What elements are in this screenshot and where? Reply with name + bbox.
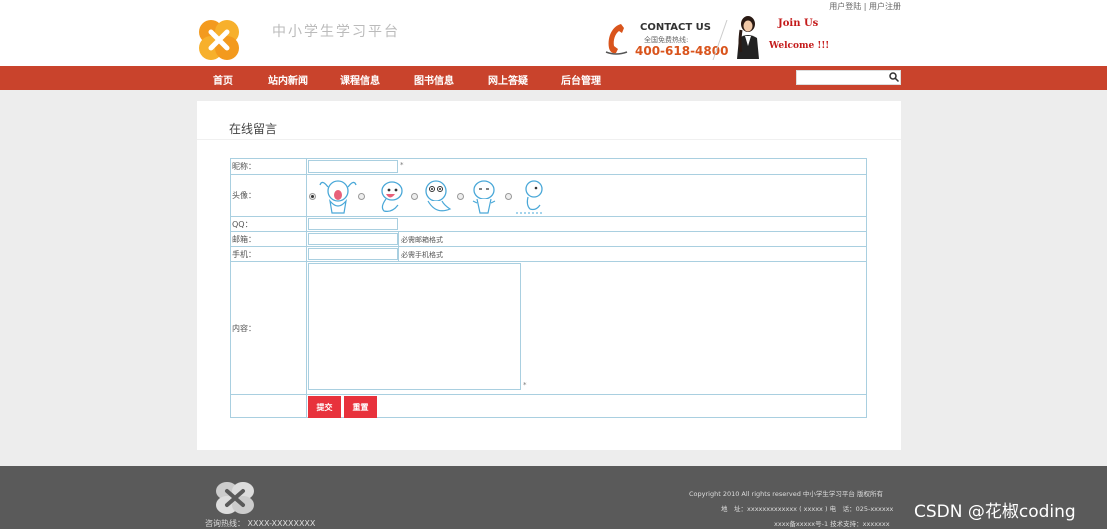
phone-row: 手机： 必需手机格式 [231,247,866,262]
email-cell-divider [398,232,399,246]
nav-item-qa[interactable]: 网上答疑 [488,72,528,87]
content-required-mark: * [523,381,527,389]
contact-title: CONTACT US [640,22,711,33]
register-link[interactable]: 用户注册 [869,2,901,11]
nickname-required-mark: * [400,161,404,169]
site-header: 用户登陆 | 用户注册 中小学生学习平台 CONTACT US 全国免费热线: … [0,0,1107,66]
avatar-row: 头像： [231,175,866,217]
login-link[interactable]: 用户登陆 [829,2,861,11]
person-image [737,16,759,59]
nav-item-news[interactable]: 站内新闻 [268,72,308,87]
message-form: 昵称： * 头像： QQ： 邮箱： 必需邮箱格式 手机： 必需手机格式 内容： … [230,158,867,418]
title-divider [197,139,901,140]
avatar-radio-5[interactable] [505,193,512,200]
submit-button[interactable]: 提交 [308,396,341,418]
avatar-option-4[interactable] [468,177,502,215]
avatar-label: 头像： [231,175,307,216]
nav-item-courses[interactable]: 课程信息 [340,72,380,87]
footer-address: 地 址：xxxxxxxxxxxxx ( xxxxx ) 电 话：025-xxxx… [721,505,894,513]
avatar-option-1[interactable] [318,177,358,215]
main-nav: 首页 站内新闻 课程信息 图书信息 网上答疑 后台管理 [0,66,1107,90]
nav-item-books[interactable]: 图书信息 [414,72,454,87]
phone-icon [605,24,628,55]
nickname-label: 昵称： [231,159,307,174]
avatar-radio-1[interactable] [309,193,316,200]
footer-logo [216,482,254,514]
page-title: 在线留言 [229,122,278,136]
qq-row: QQ： [231,217,866,232]
welcome-text: Welcome !!! [769,41,830,51]
email-row: 邮箱： 必需邮箱格式 [231,232,866,247]
avatar-radio-3[interactable] [411,193,418,200]
email-label: 邮箱： [231,232,307,246]
avatar-radio-4[interactable] [457,193,464,200]
phone-label: 手机： [231,247,307,261]
qq-field[interactable] [308,218,398,230]
nav-item-admin[interactable]: 后台管理 [561,72,601,87]
email-format-note: 必需邮箱格式 [401,236,443,244]
phone-field[interactable] [308,248,398,260]
content-label: 内容： [231,262,307,394]
watermark: CSDN @花椒coding [914,502,1076,522]
nav-item-home[interactable]: 首页 [213,72,233,87]
content-textarea[interactable] [308,263,521,390]
phone-cell-divider [398,247,399,261]
site-logo[interactable] [196,17,242,63]
site-title: 中小学生学习平台 [272,24,400,40]
avatar-option-5[interactable] [514,177,548,215]
avatar-radio-2[interactable] [358,193,365,200]
search-icon[interactable] [888,71,900,83]
avatar-option-2[interactable] [370,177,410,215]
email-field[interactable] [308,233,398,245]
search-input[interactable] [796,70,901,85]
footer-hotline: 咨询热线： XXXX-XXXXXXXX [205,519,316,528]
nickname-field[interactable] [308,160,398,173]
top-links: 用户登陆 | 用户注册 [829,1,901,12]
qq-label: QQ： [231,217,307,231]
avatar-option-3[interactable] [420,177,456,215]
top-links-separator: | [863,2,867,11]
phone-format-note: 必需手机格式 [401,251,443,259]
content-row: 内容： * [231,262,866,395]
footer-copyright: Copyright 2010 All rights reserved 中小学生学… [689,490,883,498]
join-us-text: Join Us [778,18,819,29]
header-divider [712,20,728,60]
reset-button[interactable]: 重置 [344,396,377,418]
nickname-row: 昵称： * [231,159,866,175]
footer-icp: xxxx备xxxxx号-1 技术支持：xxxxxxx [774,520,890,528]
button-row-label [231,395,307,418]
